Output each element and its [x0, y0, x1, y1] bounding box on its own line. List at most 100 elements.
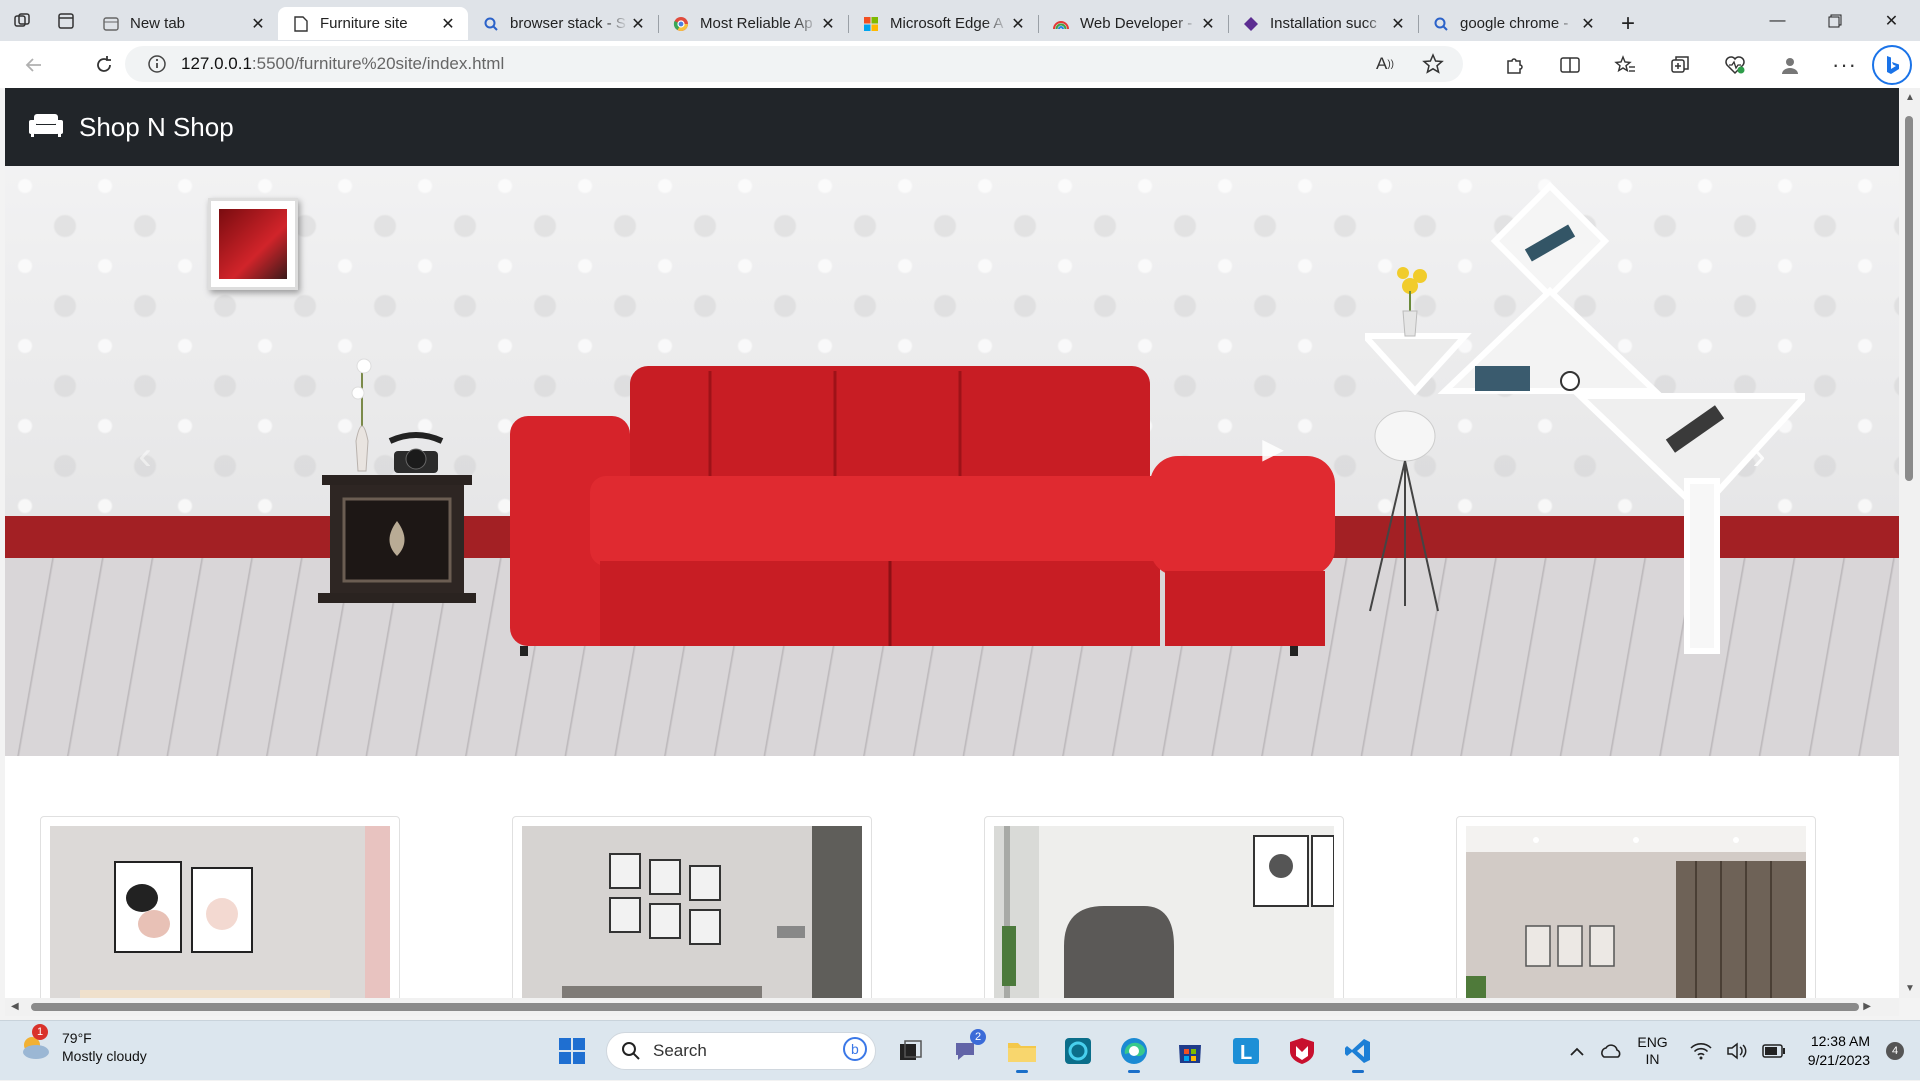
wall-picture-frame	[208, 198, 298, 290]
weather-temp: 79°F	[62, 1030, 92, 1046]
tab-installation[interactable]: Installation succ ✕	[1228, 7, 1419, 40]
product-image-armchair	[994, 826, 1334, 998]
teams-chat-icon[interactable]: 2	[944, 1029, 988, 1073]
weather-condition: Mostly cloudy	[62, 1048, 147, 1064]
windows-taskbar: 1 79°F Mostly cloudy Search b 2 L ENG IN…	[0, 1020, 1920, 1080]
tab-title: Web Developer -	[1080, 15, 1193, 32]
search-icon	[622, 1042, 640, 1060]
task-view-icon[interactable]	[888, 1029, 932, 1073]
browser-toolbar: 127.0.0.1:5500/furniture%20site/index.ht…	[0, 41, 1920, 88]
split-screen-icon[interactable]	[1542, 45, 1597, 85]
cortana-app-icon[interactable]	[1056, 1029, 1100, 1073]
bing-chat-icon[interactable]	[1872, 44, 1912, 85]
collections-icon[interactable]	[1652, 45, 1707, 85]
battery-icon[interactable]	[1761, 1044, 1786, 1058]
url-text[interactable]: 127.0.0.1:5500/furniture%20site/index.ht…	[181, 54, 504, 74]
favorite-star-icon[interactable]	[1413, 44, 1453, 84]
file-explorer-icon[interactable]	[1000, 1029, 1044, 1073]
language-indicator[interactable]: ENG IN	[1637, 1034, 1667, 1068]
close-tab-icon[interactable]: ✕	[248, 14, 268, 34]
close-tab-icon[interactable]: ✕	[438, 14, 458, 34]
microsoft-store-icon[interactable]	[1168, 1029, 1212, 1073]
couch-icon	[29, 112, 63, 143]
settings-menu-icon[interactable]: ···	[1817, 45, 1872, 85]
tab-title: Most Reliable Ap	[700, 15, 813, 32]
weather-widget[interactable]: 1 79°F Mostly cloudy	[18, 1024, 147, 1065]
carousel-next-icon[interactable]: ›	[1739, 426, 1779, 486]
tab-web-developer[interactable]: Web Developer - ✕	[1038, 7, 1229, 40]
horizontal-scroll-thumb[interactable]	[31, 1003, 1859, 1011]
back-icon[interactable]	[14, 45, 54, 85]
profile-avatar-icon[interactable]	[1762, 45, 1817, 85]
vscode-icon[interactable]	[1336, 1029, 1380, 1073]
mcafee-shield-icon[interactable]	[1280, 1029, 1324, 1073]
favorites-icon[interactable]	[1597, 45, 1652, 85]
close-tab-icon[interactable]: ✕	[1198, 14, 1218, 34]
scroll-up-icon[interactable]: ▲	[1905, 92, 1915, 103]
tab-new-tab[interactable]: New tab ✕	[88, 7, 279, 40]
site-brand[interactable]: Shop N Shop	[79, 112, 234, 143]
horizontal-scrollbar[interactable]: ◀ ▶	[5, 998, 1899, 1016]
workspaces-icon[interactable]	[0, 0, 44, 41]
read-aloud-icon[interactable]: A))	[1365, 44, 1405, 84]
show-hidden-icons-chevron[interactable]	[1569, 1046, 1585, 1056]
product-card[interactable]	[984, 816, 1344, 998]
extensions-icon[interactable]	[1487, 45, 1542, 85]
tab-title: Microsoft Edge A	[890, 15, 1004, 32]
scroll-right-icon[interactable]: ▶	[1863, 1001, 1871, 1012]
vertical-scroll-thumb[interactable]	[1905, 116, 1913, 481]
edge-browser-icon[interactable]	[1112, 1029, 1156, 1073]
volume-icon[interactable]	[1726, 1042, 1748, 1060]
scroll-left-icon[interactable]: ◀	[11, 1001, 19, 1012]
rainbow-icon	[1052, 15, 1070, 33]
restore-icon[interactable]	[1806, 0, 1863, 41]
vertical-scrollbar[interactable]: ▲ ▼	[1899, 88, 1920, 998]
tab-browser-stack[interactable]: browser stack - S ✕	[468, 7, 659, 40]
onedrive-cloud-icon[interactable]	[1599, 1043, 1623, 1059]
close-tab-icon[interactable]: ✕	[818, 14, 838, 34]
url-host: 127.0.0.1	[181, 54, 252, 73]
scroll-down-icon[interactable]: ▼	[1905, 983, 1915, 994]
tab-microsoft-edge[interactable]: Microsoft Edge A ✕	[848, 7, 1039, 40]
weather-alert-badge: 1	[32, 1024, 48, 1040]
tab-actions-icon[interactable]	[44, 0, 88, 41]
svg-text:L: L	[1240, 1042, 1252, 1064]
carousel-prev-icon[interactable]: ‹	[125, 426, 165, 486]
close-window-icon[interactable]: ✕	[1863, 0, 1920, 41]
tab-title: New tab	[130, 15, 186, 32]
system-clock[interactable]: 12:38 AM 9/21/2023	[1808, 1032, 1870, 1070]
search-icon	[482, 15, 500, 33]
close-tab-icon[interactable]: ✕	[628, 14, 648, 34]
tab-most-reliable[interactable]: Most Reliable Ap ✕	[658, 7, 849, 40]
hero-carousel: ‹ ▶ ›	[5, 166, 1899, 756]
product-card[interactable]	[40, 816, 400, 998]
address-bar[interactable]: 127.0.0.1:5500/furniture%20site/index.ht…	[125, 46, 1463, 82]
carousel-play-icon[interactable]: ▶	[1253, 418, 1293, 478]
new-tab-icon	[102, 15, 120, 33]
clock-time: 12:38 AM	[1810, 1033, 1870, 1049]
taskbar-search[interactable]: Search b	[606, 1032, 876, 1070]
product-card[interactable]	[512, 816, 872, 998]
l-app-icon[interactable]: L	[1224, 1029, 1268, 1073]
tab-furniture-site[interactable]: Furniture site ✕	[278, 7, 468, 40]
notification-count-badge[interactable]: 4	[1886, 1042, 1904, 1060]
search-icon	[1432, 15, 1450, 33]
minimize-icon[interactable]: —	[1749, 0, 1806, 41]
tab-google-chrome[interactable]: google chrome - ✕	[1418, 7, 1608, 40]
product-image-gallery-wall	[522, 826, 862, 998]
bing-icon: b	[843, 1036, 867, 1066]
site-info-icon[interactable]	[137, 54, 177, 74]
tab-title: Furniture site	[320, 15, 408, 32]
page-viewport: Shop N Shop ‹ ▶ ›	[5, 88, 1899, 998]
refresh-icon[interactable]	[84, 45, 124, 85]
close-tab-icon[interactable]: ✕	[1578, 14, 1598, 34]
tab-strip: New tab ✕ Furniture site ✕ browser stack…	[0, 0, 1920, 41]
start-windows-icon[interactable]	[550, 1029, 594, 1073]
product-card[interactable]	[1456, 816, 1816, 998]
tab-title: Installation succ	[1270, 15, 1377, 32]
close-tab-icon[interactable]: ✕	[1008, 14, 1028, 34]
performance-heart-icon[interactable]	[1707, 45, 1762, 85]
wifi-icon[interactable]	[1690, 1042, 1712, 1060]
close-tab-icon[interactable]: ✕	[1388, 14, 1408, 34]
new-tab-button[interactable]: +	[1608, 7, 1648, 40]
